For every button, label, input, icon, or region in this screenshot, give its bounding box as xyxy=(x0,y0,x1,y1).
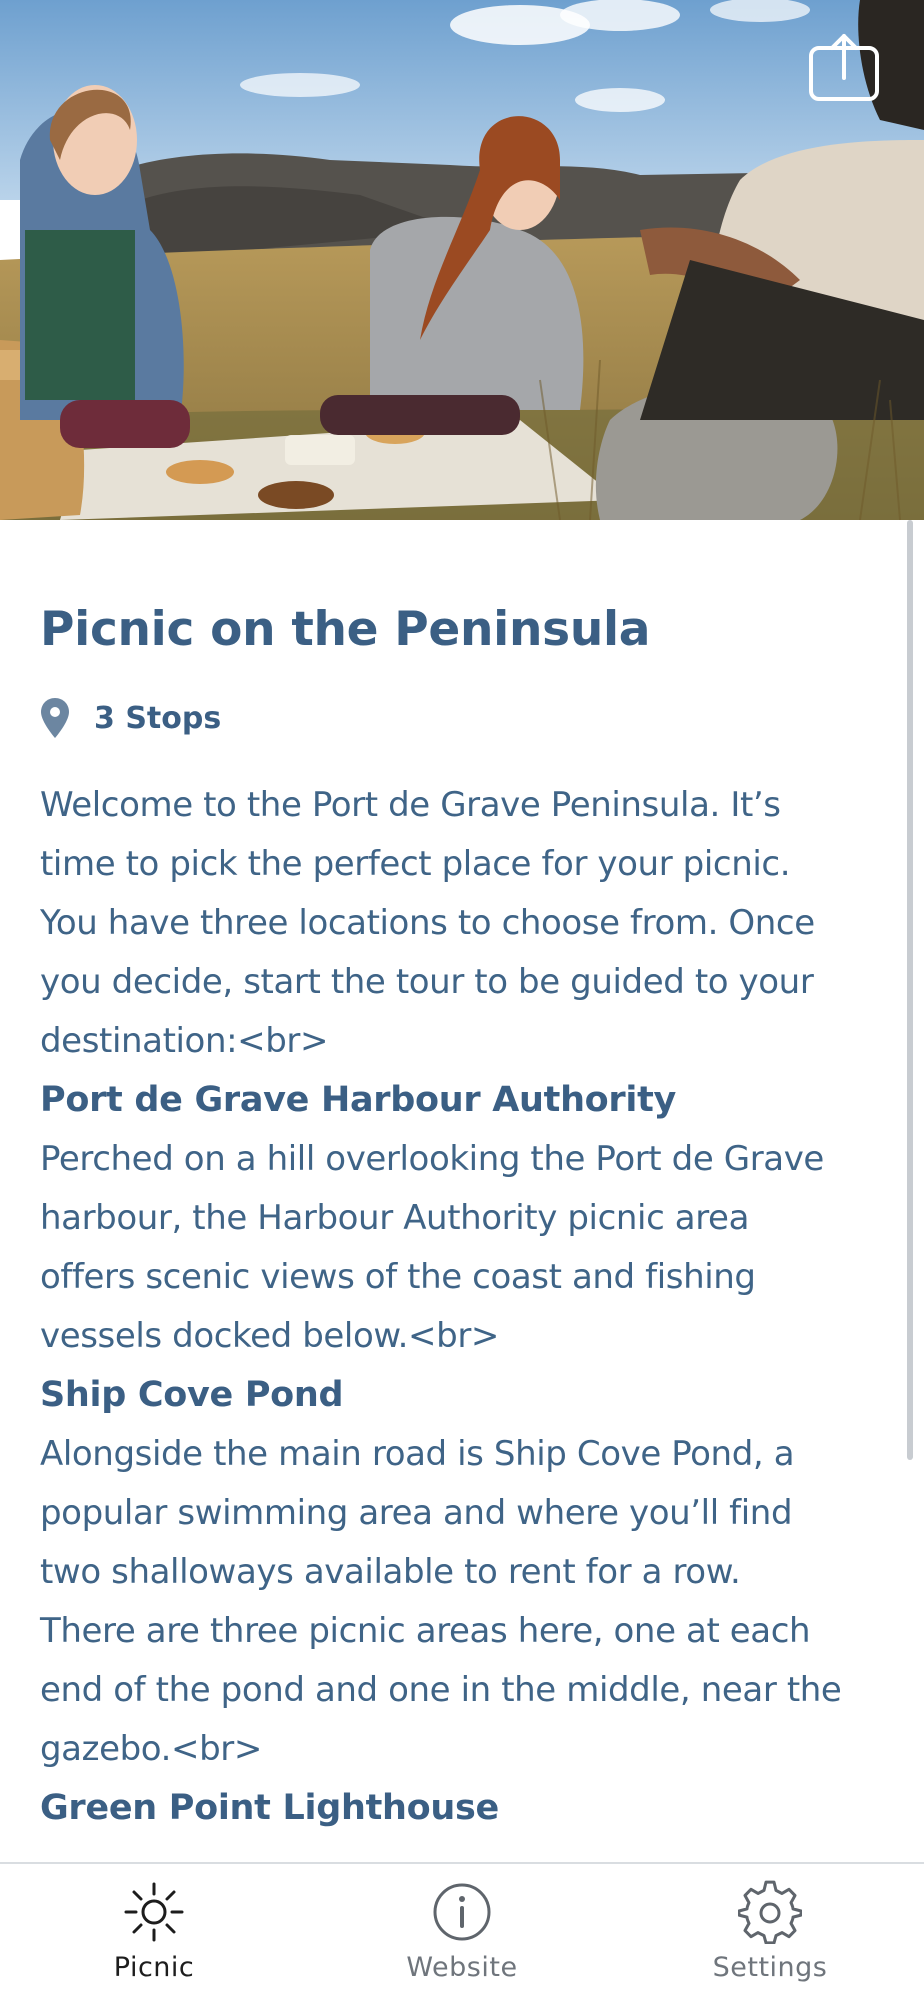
app-screen: Picnic on the Peninsula 3 Stops Welcome … xyxy=(0,0,924,2000)
info-icon xyxy=(433,1883,491,1941)
text-line: gazebo.<br> xyxy=(40,1729,262,1769)
text-line: Perched on a hill overlooking the Port d… xyxy=(40,1139,824,1179)
stop-heading: Ship Cove Pond xyxy=(40,1375,344,1415)
text-line: time to pick the perfect place for your … xyxy=(40,844,791,884)
location-pin-icon xyxy=(41,698,69,738)
stop-heading: Port de Grave Harbour Authority xyxy=(40,1080,677,1120)
tab-picnic[interactable]: Picnic xyxy=(0,1864,308,2000)
tour-description: Welcome to the Port de Grave Peninsula. … xyxy=(40,776,890,1838)
text-line: Welcome to the Port de Grave Peninsula. … xyxy=(40,785,781,825)
text-line: end of the pond and one in the middle, n… xyxy=(40,1670,842,1710)
stops-count: 3 Stops xyxy=(40,696,890,740)
text-line: you decide, start the tour to be guided … xyxy=(40,962,814,1002)
tab-label: Website xyxy=(406,1952,518,1983)
text-line: Alongside the main road is Ship Cove Pon… xyxy=(40,1434,795,1474)
text-line: popular swimming area and where you’ll f… xyxy=(40,1493,793,1533)
hero-image xyxy=(0,0,924,520)
text-line: two shalloways available to rent for a r… xyxy=(40,1552,741,1592)
text-line: vessels docked below.<br> xyxy=(40,1316,499,1356)
gear-icon xyxy=(738,1880,802,1944)
stop-paragraph: Perched on a hill overlooking the Port d… xyxy=(40,1130,890,1366)
stop-heading: Green Point Lighthouse xyxy=(40,1788,499,1828)
stops-label: 3 Stops xyxy=(94,700,222,736)
page-title: Picnic on the Peninsula xyxy=(40,602,651,657)
scrollbar-thumb[interactable] xyxy=(907,520,913,1460)
tab-label: Settings xyxy=(712,1952,828,1983)
intro-paragraph: Welcome to the Port de Grave Peninsula. … xyxy=(40,776,890,1071)
share-icon xyxy=(809,34,879,101)
text-line: offers scenic views of the coast and fis… xyxy=(40,1257,756,1297)
text-line: destination:<br> xyxy=(40,1021,329,1061)
bottom-tab-bar: Picnic Website Settings xyxy=(0,1862,924,2000)
sun-icon xyxy=(124,1882,184,1942)
tab-settings[interactable]: Settings xyxy=(616,1864,924,2000)
tab-website[interactable]: Website xyxy=(308,1864,616,2000)
stop-paragraph: Alongside the main road is Ship Cove Pon… xyxy=(40,1425,890,1779)
text-line: You have three locations to choose from.… xyxy=(40,903,815,943)
tour-detail: Picnic on the Peninsula 3 Stops Welcome … xyxy=(40,520,890,1838)
text-line: There are three picnic areas here, one a… xyxy=(40,1611,811,1651)
text-line: harbour, the Harbour Authority picnic ar… xyxy=(40,1198,750,1238)
share-button[interactable] xyxy=(808,30,880,102)
tab-label: Picnic xyxy=(113,1952,195,1983)
